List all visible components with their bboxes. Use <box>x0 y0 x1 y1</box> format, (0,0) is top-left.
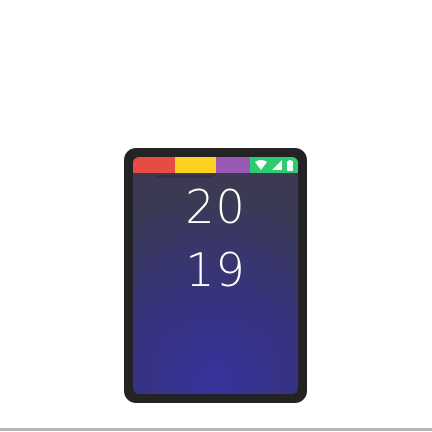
floor-line <box>0 428 432 431</box>
year-bottom-digits: 19 <box>185 243 246 297</box>
status-icons <box>250 157 298 173</box>
status-purple-segment <box>216 157 250 173</box>
notification-shade <box>155 175 213 178</box>
wifi-icon <box>255 160 267 170</box>
signal-icon <box>272 160 282 170</box>
status-red-segment <box>133 157 175 173</box>
status-bar <box>133 157 298 173</box>
phone-device: 20 19 <box>124 148 307 403</box>
year-top-digits: 20 <box>185 180 246 234</box>
status-yellow-segment <box>175 157 216 173</box>
phone-screen: 20 19 <box>133 157 298 394</box>
battery-icon <box>287 159 293 171</box>
